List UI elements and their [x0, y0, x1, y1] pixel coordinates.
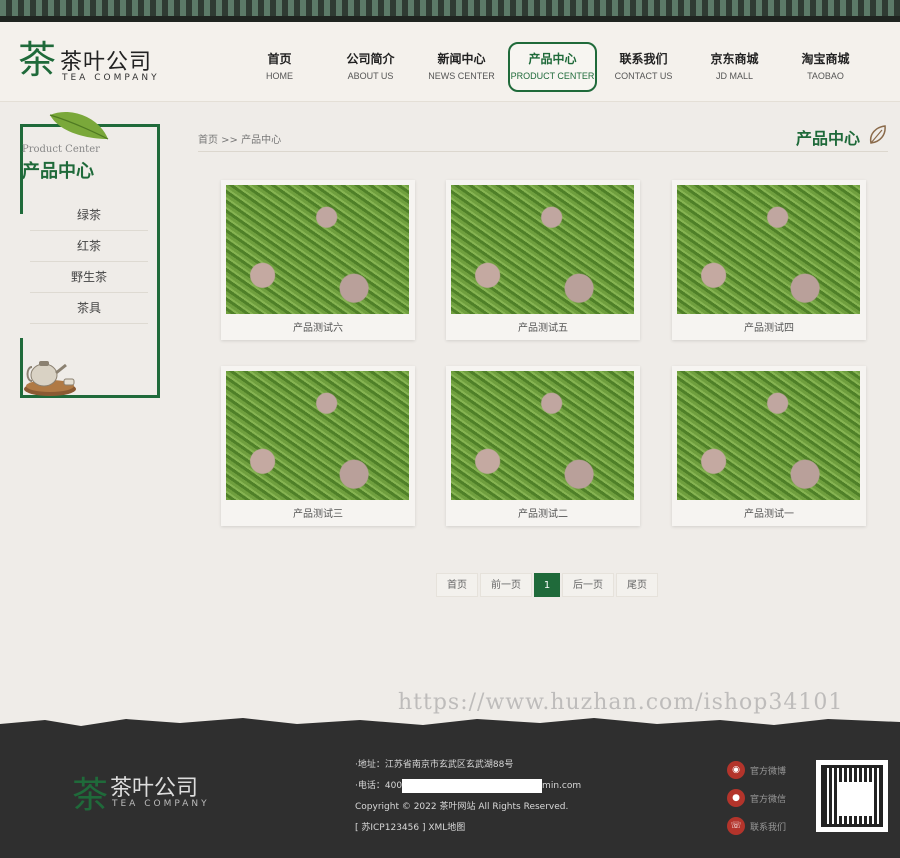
nav-label-en: TAOBAO	[807, 71, 844, 81]
footer-address: ·地址：江苏省南京市玄武区玄武湖88号	[355, 760, 514, 770]
footer-phone: ·电话：400 min.com	[355, 777, 655, 798]
qr-code	[816, 760, 888, 832]
social-label: 官方微博	[750, 766, 787, 777]
breadcrumb-bar: 首页 >> 产品中心 产品中心	[198, 124, 888, 152]
top-decorative-band	[0, 0, 900, 22]
nav-jd-mall[interactable]: 京东商城 JD MALL	[689, 22, 780, 102]
nav-label-en: NEWS CENTER	[428, 71, 495, 81]
product-name[interactable]: 产品测试四	[672, 319, 866, 334]
watermark: https://www.huzhan.com/ishop34101	[398, 690, 844, 715]
social-label: 联系我们	[750, 822, 787, 833]
phone-icon: ☏	[727, 817, 745, 835]
footer-phone-prefix: ·电话：400	[355, 781, 403, 791]
nav-label-en: PRODUCT CENTER	[510, 71, 595, 81]
wechat-icon: ●	[727, 789, 745, 807]
product-card[interactable]: 产品测试三	[221, 366, 415, 526]
teapot-icon	[24, 361, 76, 396]
breadcrumb-home[interactable]: 首页	[198, 135, 218, 146]
product-name[interactable]: 产品测试三	[221, 505, 415, 520]
nav-label-cn: 首页	[267, 52, 292, 66]
product-card[interactable]: 产品测试四	[672, 180, 866, 340]
breadcrumb-separator: >>	[218, 135, 242, 146]
nav-label-cn: 新闻中心	[437, 52, 486, 66]
product-name[interactable]: 产品测试五	[446, 319, 640, 334]
product-image[interactable]	[451, 371, 634, 500]
nav-label-cn: 京东商城	[710, 52, 759, 66]
nav-label-en: HOME	[266, 71, 293, 81]
footer-logo-subtitle: TEA COMPANY	[112, 799, 210, 809]
pager-prev[interactable]: 前一页	[480, 573, 532, 597]
nav-label-en: JD MALL	[715, 71, 753, 81]
header: 茶 茶叶公司 TEA COMPANY 首页 HOME 公司简介 ABOUT US…	[0, 22, 900, 102]
breadcrumb-current[interactable]: 产品中心	[241, 135, 281, 146]
nav-label-cn: 公司简介	[346, 52, 395, 66]
product-name[interactable]: 产品测试二	[446, 505, 640, 520]
footer-phone-suffix: min.com	[542, 781, 582, 791]
tea-leaf-icon	[49, 112, 109, 140]
product-image[interactable]	[226, 185, 409, 314]
section-title: 产品中心	[795, 129, 860, 148]
social-wechat[interactable]: ● 官方微信	[727, 784, 786, 812]
footer: 茶 茶叶公司 TEA COMPANY ·地址：江苏省南京市玄武区玄武湖88号 ·…	[0, 728, 900, 858]
nav-news[interactable]: 新闻中心 NEWS CENTER	[416, 22, 507, 102]
category-tea-set[interactable]: 茶具	[30, 293, 148, 324]
nav-label-cn: 联系我们	[619, 52, 668, 66]
sidebar: Product Center 产品中心 绿茶 红茶 野生茶 茶具	[20, 112, 160, 398]
social-contact[interactable]: ☏ 联系我们	[727, 812, 786, 840]
pager-last[interactable]: 尾页	[616, 573, 658, 597]
logo-subtitle: TEA COMPANY	[62, 73, 160, 83]
breadcrumb: 首页 >> 产品中心	[198, 131, 281, 146]
product-name[interactable]: 产品测试一	[672, 505, 866, 520]
nav-about[interactable]: 公司简介 ABOUT US	[325, 22, 416, 102]
product-image[interactable]	[677, 185, 860, 314]
logo[interactable]: 茶 茶叶公司 TEA COMPANY	[18, 38, 168, 88]
logo-name: 茶叶公司	[60, 50, 153, 75]
product-image[interactable]	[451, 185, 634, 314]
product-card[interactable]: 产品测试一	[672, 366, 866, 526]
product-card[interactable]: 产品测试五	[446, 180, 640, 340]
nav-label-cn: 淘宝商城	[801, 52, 850, 66]
sidebar-title-en: Product Center	[22, 144, 100, 155]
product-image[interactable]	[677, 371, 860, 500]
product-image[interactable]	[226, 371, 409, 500]
pagination: 首页 前一页 1 后一页 尾页	[436, 573, 660, 597]
qr-code-pattern	[821, 765, 883, 827]
pager-current-page[interactable]: 1	[534, 573, 560, 597]
main-nav: 首页 HOME 公司简介 ABOUT US 新闻中心 NEWS CENTER 产…	[234, 22, 871, 102]
nav-label-en: CONTACT US	[614, 71, 673, 81]
category-green-tea[interactable]: 绿茶	[30, 200, 148, 231]
nav-contact[interactable]: 联系我们 CONTACT US	[598, 22, 689, 102]
sidebar-title: 产品中心	[22, 161, 94, 182]
footer-copyright: Copyright © 2022 茶叶网站 All Rights Reserve…	[355, 802, 569, 812]
footer-logo-name: 茶叶公司	[110, 776, 199, 801]
social-label: 官方微信	[750, 794, 787, 805]
footer-icp[interactable]: [ 苏ICP123456 ] XML地图	[355, 819, 655, 840]
category-black-tea[interactable]: 红茶	[30, 231, 148, 262]
nav-taobao[interactable]: 淘宝商城 TAOBAO	[780, 22, 871, 102]
social-weibo[interactable]: ◉ 官方微博	[727, 756, 786, 784]
product-card[interactable]: 产品测试六	[221, 180, 415, 340]
product-card[interactable]: 产品测试二	[446, 366, 640, 526]
nav-products[interactable]: 产品中心 PRODUCT CENTER	[507, 22, 598, 102]
footer-logo[interactable]: 茶 茶叶公司 TEA COMPANY	[72, 766, 222, 816]
product-name[interactable]: 产品测试六	[221, 319, 415, 334]
category-list: 绿茶 红茶 野生茶 茶具	[30, 200, 148, 324]
leaf-icon	[869, 125, 886, 144]
nav-label-cn: 产品中心	[528, 52, 577, 66]
footer-logo-mark: 茶	[72, 775, 109, 816]
logo-mark: 茶	[18, 38, 57, 82]
footer-social: ◉ 官方微博 ● 官方微信 ☏ 联系我们	[727, 756, 786, 840]
footer-contact-info: ·地址：江苏省南京市玄武区玄武湖88号 ·电话：400 min.com Copyr…	[355, 756, 655, 840]
pager-first[interactable]: 首页	[436, 573, 478, 597]
redaction-block	[402, 778, 543, 793]
nav-label-en: ABOUT US	[347, 71, 394, 81]
category-wild-tea[interactable]: 野生茶	[30, 262, 148, 293]
nav-home[interactable]: 首页 HOME	[234, 22, 325, 102]
pager-next[interactable]: 后一页	[562, 573, 614, 597]
weibo-icon: ◉	[727, 761, 745, 779]
